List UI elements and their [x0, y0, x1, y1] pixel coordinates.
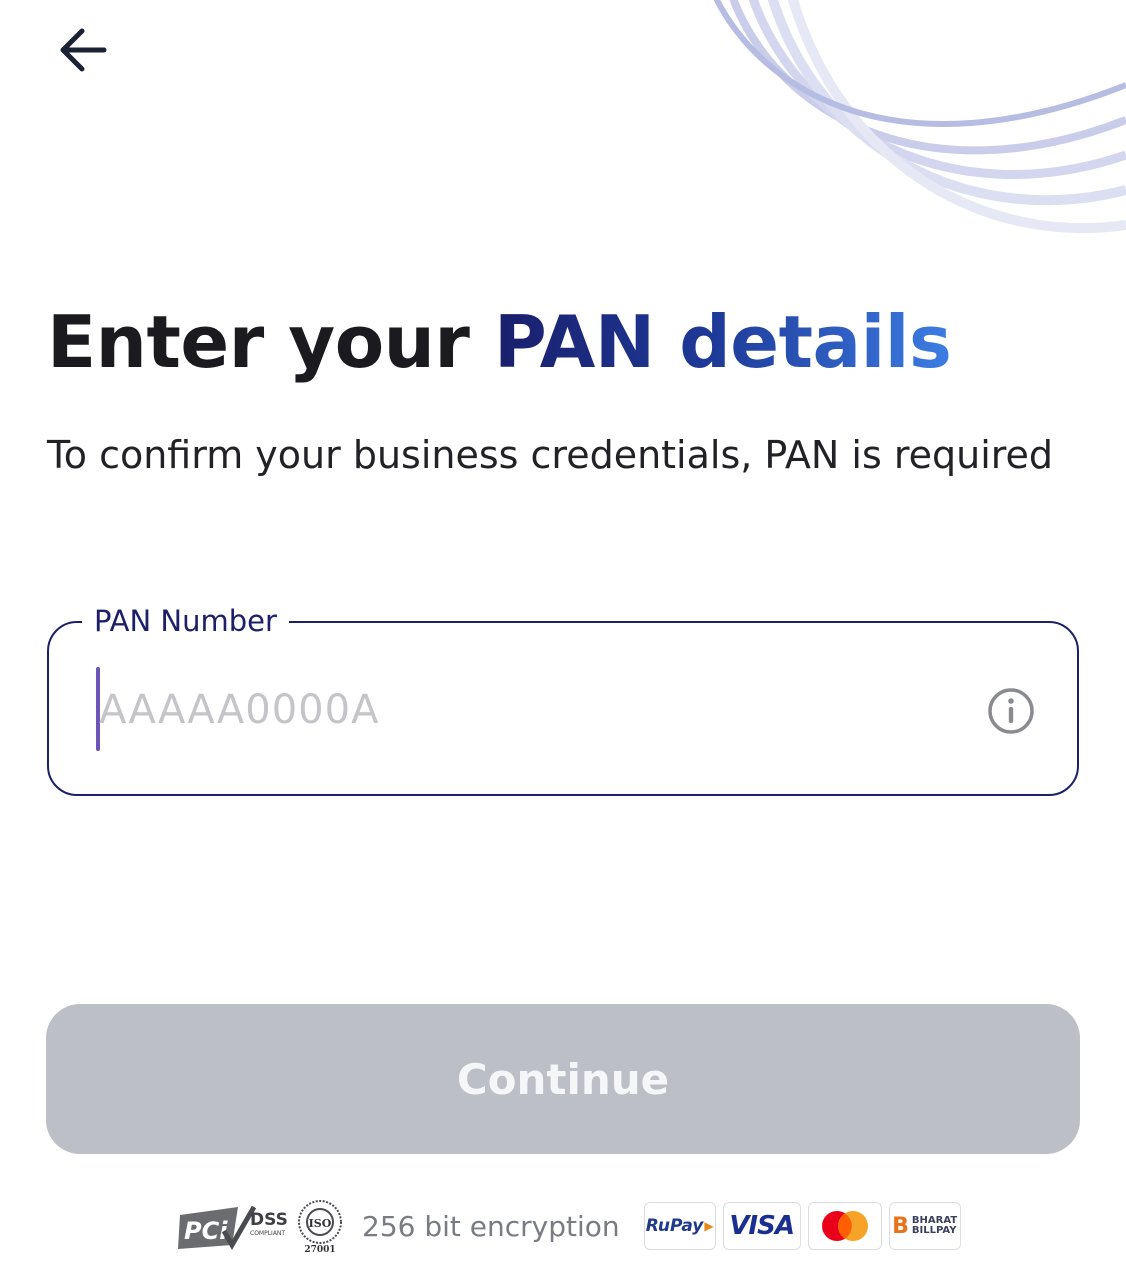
rupay-logo: RuPay ▶: [643, 1202, 716, 1250]
iso-number-text: 27001: [304, 1245, 335, 1254]
page-title: Enter your PAN details: [47, 294, 952, 390]
dss-sub-text: COMPLIANT: [250, 1230, 285, 1237]
arrow-left-icon: [60, 28, 107, 72]
security-footer: PCi DSS COMPLIANT ISO 27001 256 bit encr…: [178, 1196, 968, 1256]
visa-text: VISA: [729, 1211, 795, 1241]
decorative-curves: [713, 0, 1126, 234]
rupay-triangle-icon: ▶: [704, 1219, 714, 1233]
bbps-line2: BILLPAY: [911, 1225, 957, 1236]
iso-27001-badge: ISO 27001: [298, 1200, 342, 1254]
pci-text: PCi: [184, 1217, 228, 1245]
pan-number-label: PAN Number: [82, 601, 289, 641]
dss-text: DSS: [250, 1210, 288, 1230]
page-title-part1: Enter your: [47, 300, 494, 384]
pan-number-field[interactable]: PAN Number: [47, 601, 1079, 796]
page-subtitle: To confirm your business credentials, PA…: [47, 433, 1054, 477]
info-circle-icon: [988, 688, 1034, 734]
info-button[interactable]: [985, 685, 1037, 737]
mastercard-logo: [807, 1202, 882, 1250]
visa-logo: VISA: [722, 1202, 801, 1250]
pci-dss-badge: PCi DSS COMPLIANT: [178, 1205, 288, 1251]
page-title-highlight: PAN details: [494, 300, 952, 384]
bbps-letter: B: [892, 1213, 909, 1239]
continue-button[interactable]: Continue: [46, 1004, 1080, 1154]
iso-text: ISO: [309, 1217, 332, 1230]
bharat-billpay-logo: B BHARAT BILLPAY: [888, 1202, 961, 1250]
pan-number-input[interactable]: [99, 669, 949, 751]
mastercard-icon: [821, 1211, 868, 1241]
rupay-text: RuPay: [645, 1216, 704, 1236]
bbps-text: BHARAT BILLPAY: [912, 1216, 957, 1236]
back-button[interactable]: [50, 22, 114, 78]
encryption-text: 256 bit encryption: [362, 1209, 620, 1243]
